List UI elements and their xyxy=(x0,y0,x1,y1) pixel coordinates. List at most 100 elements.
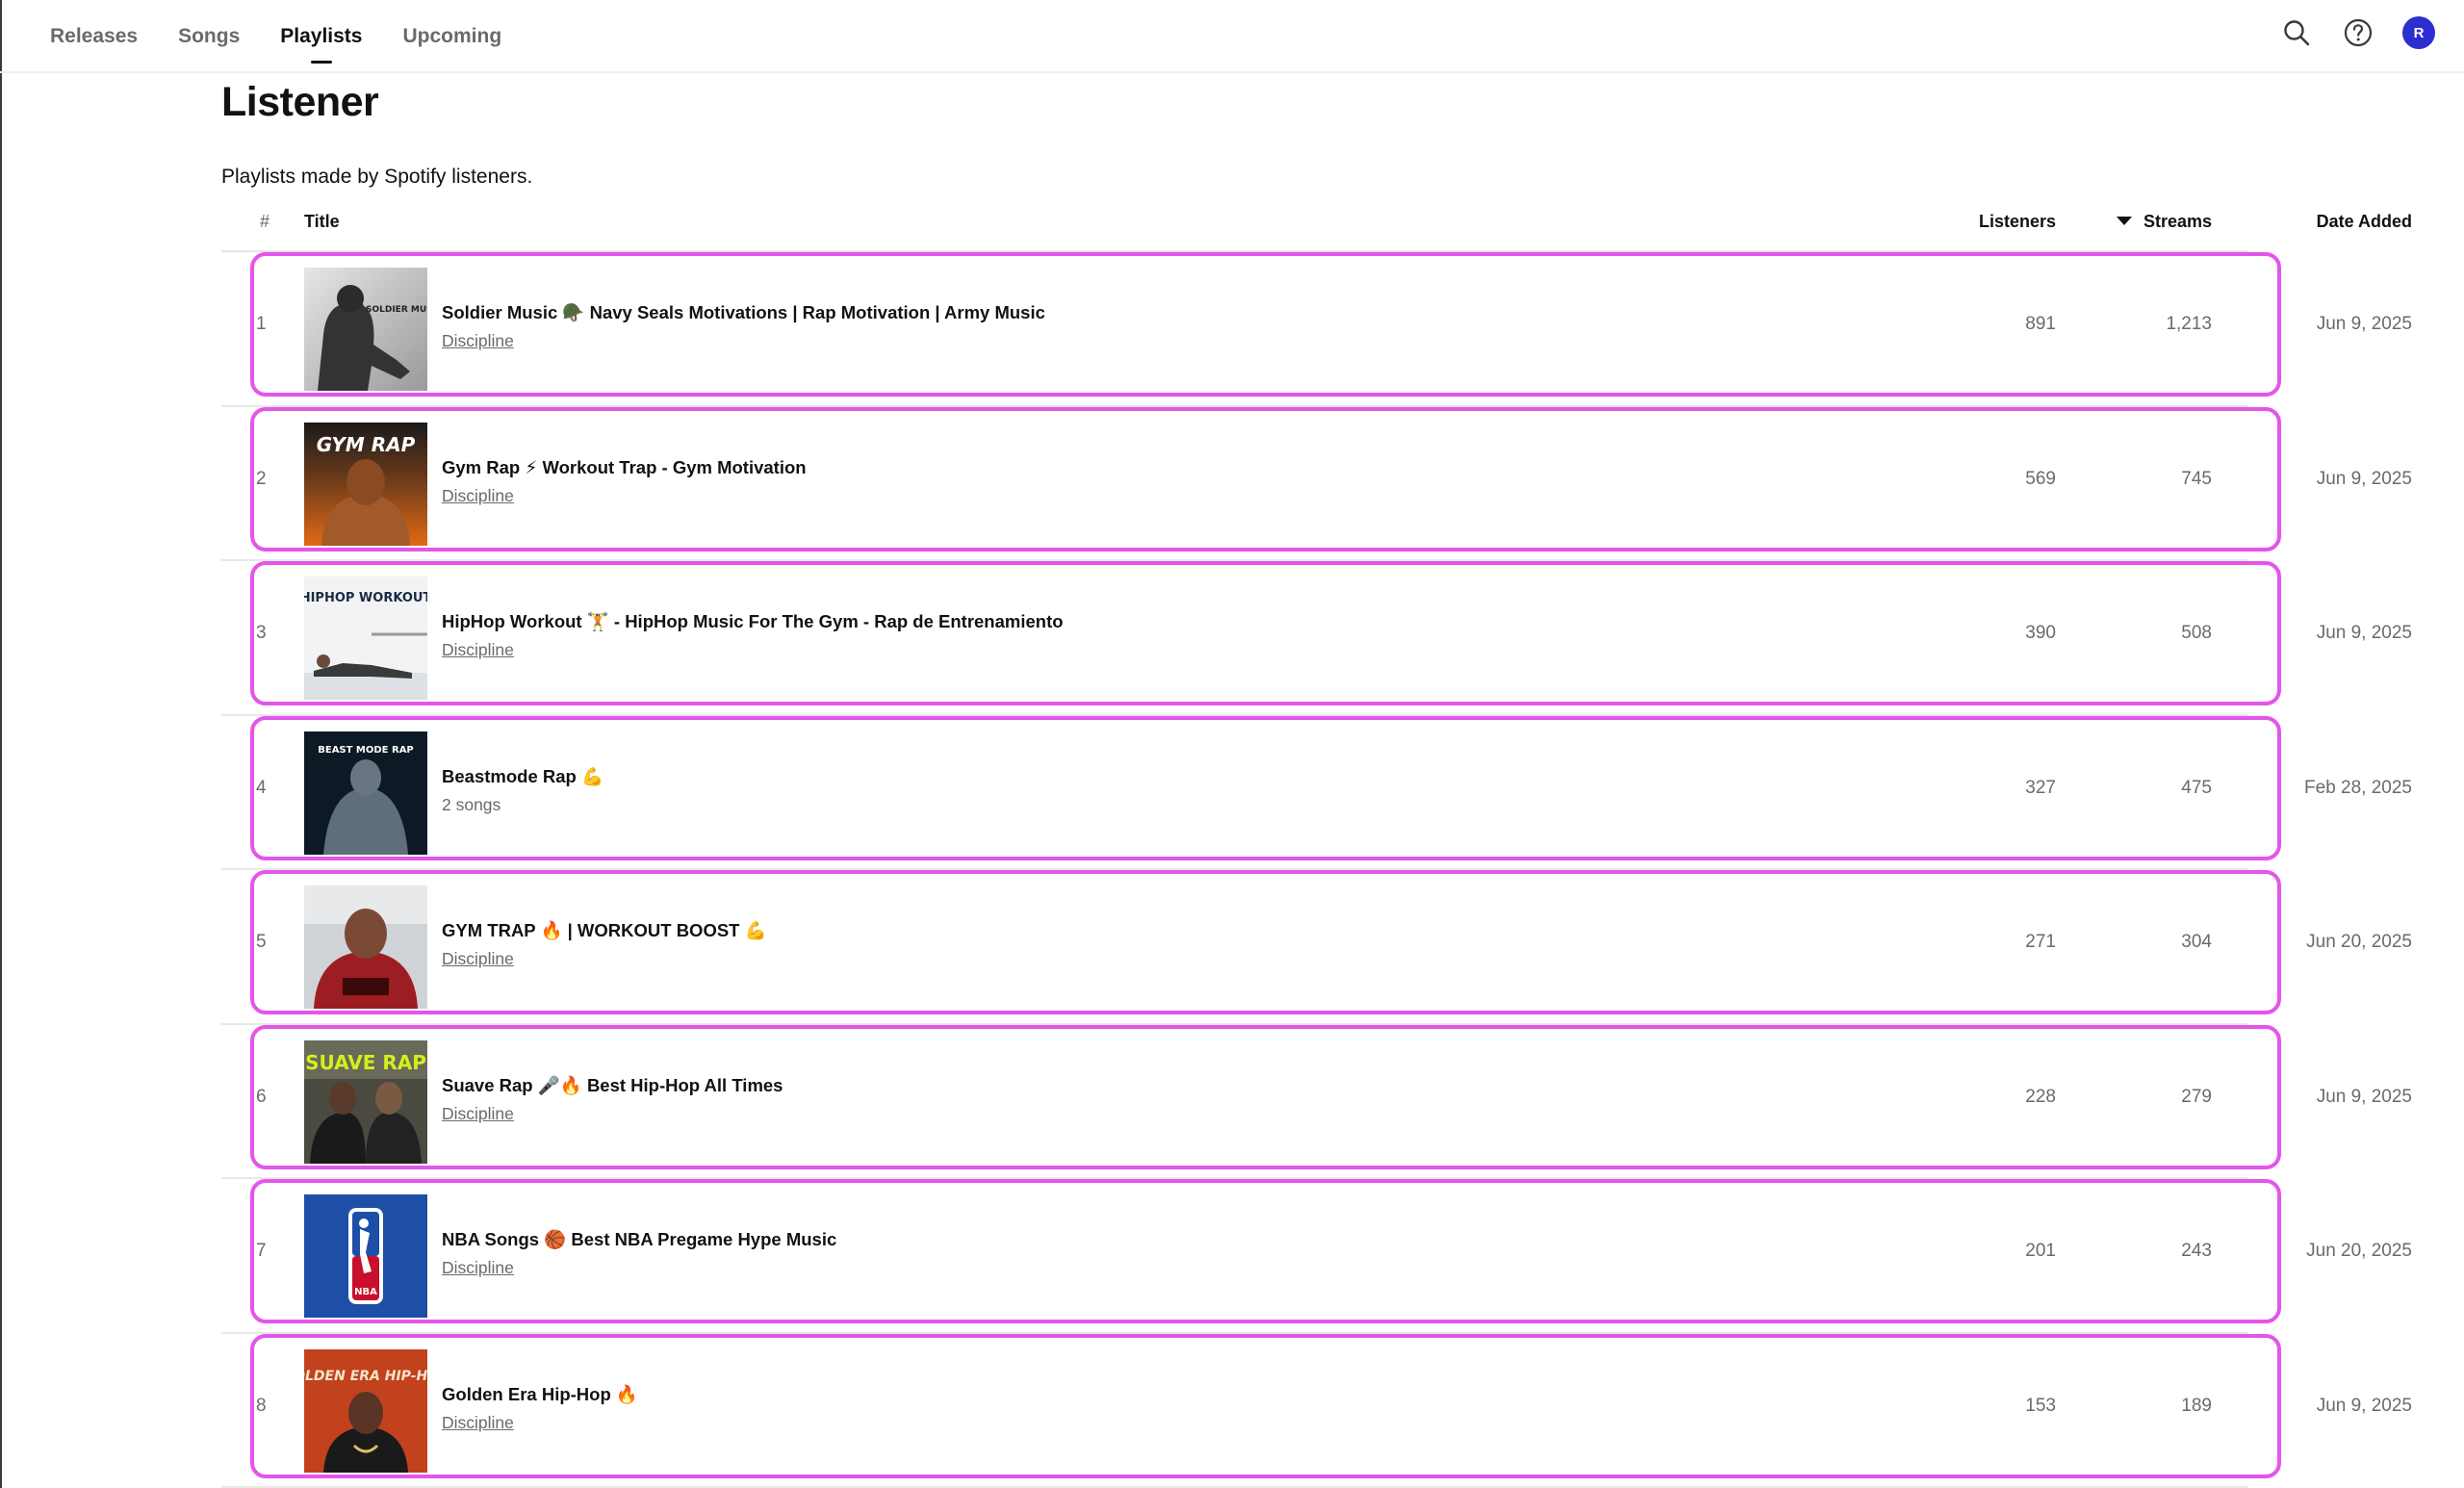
cover-text: HIPHOP WORKOUT xyxy=(304,591,427,605)
date-added-value: Jun 9, 2025 xyxy=(2316,468,2412,489)
playlist-owner-link[interactable]: Discipline xyxy=(442,640,1064,660)
cover-text: SUAVE RAP xyxy=(305,1051,426,1074)
row-text: HipHop Workout 🏋 - HipHop Music For The … xyxy=(442,611,1064,660)
playlist-title[interactable]: Gym Rap ⚡ Workout Trap - Gym Motivation xyxy=(442,457,807,478)
date-added-value: Jun 9, 2025 xyxy=(2316,1086,2412,1107)
playlist-owner-link[interactable]: Discipline xyxy=(442,1258,836,1278)
playlist-cover: GOLDEN ERA HIP-HOP xyxy=(304,1348,427,1473)
playlist-cover: BEAST MODE RAP xyxy=(304,731,427,855)
table-header: # Title Listeners Streams Date Added xyxy=(221,204,2412,252)
playlist-title[interactable]: HipHop Workout 🏋 - HipHop Music For The … xyxy=(442,611,1064,632)
playlist-title[interactable]: GYM TRAP 🔥 | WORKOUT BOOST 💪 xyxy=(442,920,767,941)
column-streams-label: Streams xyxy=(2143,212,2212,231)
streams-value: 243 xyxy=(2181,1241,2212,1261)
row-number: 7 xyxy=(256,1241,267,1261)
playlist-cover: HIPHOP WORKOUT xyxy=(304,577,427,700)
playlist-owner-link[interactable]: Discipline xyxy=(442,486,807,506)
date-added-value: Jun 20, 2025 xyxy=(2306,1241,2412,1261)
playlist-cover: GYM RAP xyxy=(304,422,427,546)
row-number: 6 xyxy=(256,1086,267,1107)
streams-value: 508 xyxy=(2181,623,2212,643)
top-nav: Releases Songs Playlists Upcoming R xyxy=(0,0,2464,73)
top-actions: R xyxy=(2252,15,2435,50)
streams-value: 279 xyxy=(2181,1086,2212,1107)
user-avatar[interactable]: R xyxy=(2402,16,2435,49)
cover-text: NBA xyxy=(354,1287,377,1297)
table-row[interactable]: 6 SUAVE RAP Suave Rap 🎤🔥 Best Hip-Hop Al… xyxy=(221,1024,2412,1179)
playlist-cover xyxy=(304,885,427,1009)
row-number: 2 xyxy=(256,468,267,489)
playlist-owner-link[interactable]: Discipline xyxy=(442,949,767,969)
playlist-title[interactable]: Suave Rap 🎤🔥 Best Hip-Hop All Times xyxy=(442,1075,783,1096)
page-subtitle: Playlists made by Spotify listeners. xyxy=(221,166,533,188)
listeners-value: 228 xyxy=(2025,1086,2056,1107)
date-added-value: Jun 9, 2025 xyxy=(2316,623,2412,643)
row-text: Beastmode Rap 💪 2 songs xyxy=(442,766,603,815)
listeners-value: 271 xyxy=(2025,932,2056,952)
table-row[interactable]: 2 GYM RAP Gym Rap ⚡ Workout Trap - Gym M… xyxy=(221,406,2412,561)
row-number: 5 xyxy=(256,932,267,952)
playlist-owner-link[interactable]: Discipline xyxy=(442,1413,638,1433)
listeners-value: 390 xyxy=(2025,623,2056,643)
window-edge xyxy=(0,0,2,1488)
streams-value: 189 xyxy=(2181,1395,2212,1416)
tab-upcoming[interactable]: Upcoming xyxy=(402,0,501,73)
cover-text: SOLDIER MUSIC xyxy=(366,305,427,315)
streams-value: 304 xyxy=(2181,932,2212,952)
date-added-value: Jun 20, 2025 xyxy=(2306,932,2412,952)
cover-text: BEAST MODE RAP xyxy=(318,745,414,756)
table-row[interactable]: 8 GOLDEN ERA HIP-HOP Golden Era Hip-Hop … xyxy=(221,1333,2412,1488)
playlist-song-count: 2 songs xyxy=(442,794,501,814)
row-text: Golden Era Hip-Hop 🔥 Discipline xyxy=(442,1384,638,1433)
tab-releases[interactable]: Releases xyxy=(50,0,138,73)
row-number: 3 xyxy=(256,623,267,643)
row-number: 4 xyxy=(256,777,267,798)
row-text: Soldier Music 🪖 Navy Seals Motivations |… xyxy=(442,302,1045,351)
listeners-value: 201 xyxy=(2025,1241,2056,1261)
cover-text: GYM RAP xyxy=(317,433,416,456)
table-row[interactable]: 4 BEAST MODE RAP Beastmode Rap 💪 2 songs… xyxy=(221,715,2412,870)
streams-value: 475 xyxy=(2181,777,2212,798)
playlist-cover: SOLDIER MUSIC xyxy=(304,268,427,391)
playlist-table: 1 SOLDIER MUSIC Soldier Music 🪖 Navy Sea… xyxy=(221,252,2412,1488)
help-icon[interactable] xyxy=(2341,15,2375,50)
playlist-owner-link[interactable]: Discipline xyxy=(442,1104,783,1124)
tab-playlists[interactable]: Playlists xyxy=(280,0,362,73)
listeners-value: 327 xyxy=(2025,777,2056,798)
streams-value: 1,213 xyxy=(2166,314,2212,334)
row-text: NBA Songs 🏀 Best NBA Pregame Hype Music … xyxy=(442,1229,836,1278)
listeners-value: 153 xyxy=(2025,1395,2056,1416)
page-title: Listener xyxy=(221,79,379,125)
cover-text: GOLDEN ERA HIP-HOP xyxy=(304,1369,427,1384)
table-row[interactable]: 7 NBA NBA Songs 🏀 Best NBA Pregame Hype … xyxy=(221,1179,2412,1334)
tab-songs[interactable]: Songs xyxy=(178,0,240,73)
table-row[interactable]: 5 GYM TRAP 🔥 | WORKOUT BOOST 💪 Disciplin… xyxy=(221,870,2412,1025)
row-text: GYM TRAP 🔥 | WORKOUT BOOST 💪 Discipline xyxy=(442,920,767,969)
date-added-value: Jun 9, 2025 xyxy=(2316,314,2412,334)
date-added-value: Jun 9, 2025 xyxy=(2316,1395,2412,1416)
row-number: 8 xyxy=(256,1395,267,1416)
column-date-added[interactable]: Date Added xyxy=(2220,204,2412,250)
date-added-value: Feb 28, 2025 xyxy=(2304,777,2412,798)
playlist-title[interactable]: NBA Songs 🏀 Best NBA Pregame Hype Music xyxy=(442,1229,836,1250)
playlist-cover: NBA xyxy=(304,1194,427,1318)
row-text: Gym Rap ⚡ Workout Trap - Gym Motivation … xyxy=(442,457,807,506)
column-number: # xyxy=(260,212,270,231)
row-text: Suave Rap 🎤🔥 Best Hip-Hop All Times Disc… xyxy=(442,1075,783,1124)
nav-tabs: Releases Songs Playlists Upcoming xyxy=(50,0,542,73)
table-row[interactable]: 1 SOLDIER MUSIC Soldier Music 🪖 Navy Sea… xyxy=(221,252,2412,407)
sort-descending-icon xyxy=(2116,216,2132,225)
playlist-owner-link[interactable]: Discipline xyxy=(442,331,1045,351)
playlist-title[interactable]: Beastmode Rap 💪 xyxy=(442,766,603,787)
streams-value: 745 xyxy=(2181,468,2212,489)
playlist-title[interactable]: Golden Era Hip-Hop 🔥 xyxy=(442,1384,638,1405)
search-icon[interactable] xyxy=(2279,15,2314,50)
column-listeners[interactable]: Listeners xyxy=(1979,204,2056,250)
playlist-title[interactable]: Soldier Music 🪖 Navy Seals Motivations |… xyxy=(442,302,1045,323)
listeners-value: 891 xyxy=(2025,314,2056,334)
column-title[interactable]: Title xyxy=(304,204,340,250)
row-number: 1 xyxy=(256,314,267,334)
listeners-value: 569 xyxy=(2025,468,2056,489)
table-row[interactable]: 3 HIPHOP WORKOUT HipHop Workout 🏋 - HipH… xyxy=(221,561,2412,716)
column-streams[interactable]: Streams xyxy=(2116,204,2212,250)
